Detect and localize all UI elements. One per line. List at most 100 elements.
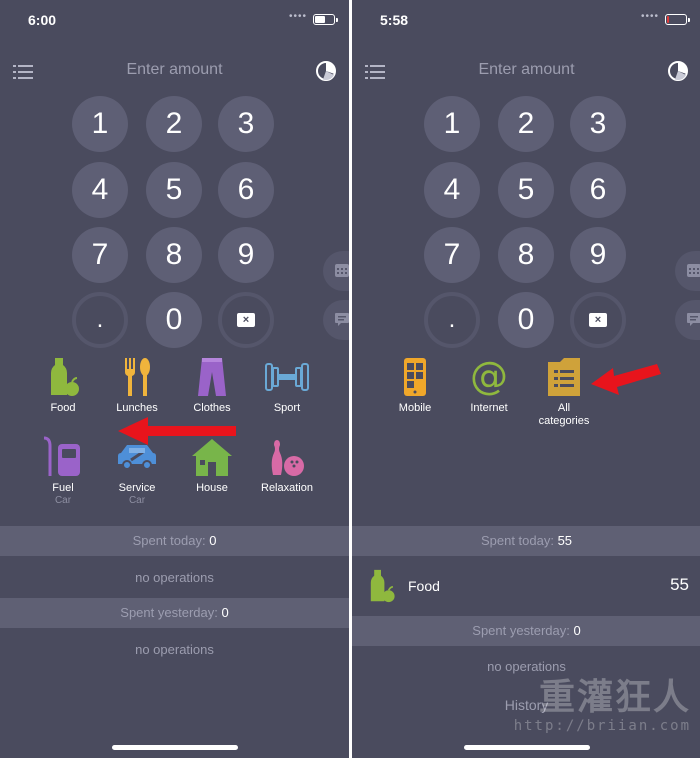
category-all-categories[interactable]: All categories	[527, 356, 601, 428]
key-backspace[interactable]: ×	[218, 292, 274, 348]
spent-today-value: 55	[557, 533, 573, 548]
key-5[interactable]: 5	[498, 162, 554, 218]
category-label: Clothes	[193, 402, 231, 414]
battery-icon	[665, 14, 690, 25]
key-8[interactable]: 8	[498, 227, 554, 283]
backspace-icon: ×	[237, 313, 255, 327]
key-1[interactable]: 1	[72, 96, 128, 152]
category-label: Service	[118, 482, 156, 494]
calendar-button[interactable]	[323, 251, 349, 291]
category-label: Internet	[470, 402, 508, 414]
watermark: 重灌狂人 http://briian.com	[511, 676, 691, 748]
list-folder-icon	[548, 358, 580, 396]
spent-today-header: Spent today: 0	[0, 526, 349, 556]
category-food[interactable]: Food	[26, 356, 100, 415]
key-0[interactable]: 0	[146, 292, 202, 348]
spent-today-value: 0	[209, 533, 217, 548]
key-6[interactable]: 6	[218, 162, 274, 218]
top-bar: Enter amount	[0, 56, 349, 86]
category-internet[interactable]: @ Internet	[452, 356, 526, 415]
category-label: Food	[50, 402, 76, 414]
yesterday-empty-text: no operations	[487, 659, 566, 674]
category-mobile[interactable]: Mobile	[378, 356, 452, 415]
spent-today-header: Spent today: 55	[352, 526, 700, 556]
spent-yesterday-header: Spent yesterday: 0	[0, 598, 349, 628]
amount-input[interactable]: Enter amount	[0, 61, 349, 79]
key-2[interactable]: 2	[498, 96, 554, 152]
category-fuel[interactable]: Fuel Car	[26, 436, 100, 507]
operation-amount: 55	[670, 575, 689, 594]
key-4[interactable]: 4	[424, 162, 480, 218]
key-backspace[interactable]: ×	[570, 292, 626, 348]
status-time: 6:00	[28, 12, 57, 28]
home-indicator[interactable]	[463, 745, 590, 750]
key-1[interactable]: 1	[424, 96, 480, 152]
category-relaxation[interactable]: Relaxation	[250, 436, 324, 495]
spent-yesterday-label: Spent yesterday:	[472, 623, 570, 638]
key-decimal[interactable]: .	[424, 292, 480, 348]
operation-row[interactable]: Food 55	[352, 558, 700, 614]
key-9[interactable]: 9	[570, 227, 626, 283]
category-label: Relaxation	[261, 482, 313, 494]
calendar-icon	[335, 264, 349, 277]
category-label: House	[196, 482, 228, 494]
bottle-apple-icon	[51, 358, 79, 396]
key-0[interactable]: 0	[498, 292, 554, 348]
comment-button[interactable]	[675, 300, 700, 340]
red-arrow-left-icon	[591, 364, 661, 395]
signal-dots-icon: ••••	[288, 11, 307, 22]
phone-screen-left: 6:00 •••• Enter amount 1 2 3 4 5 6 7 8 9…	[0, 0, 349, 758]
bottle-apple-icon	[370, 569, 395, 603]
comment-button[interactable]	[323, 300, 349, 340]
watermark-url: http://briian.com	[513, 718, 691, 734]
category-clothes[interactable]: Clothes	[175, 356, 249, 415]
key-3[interactable]: 3	[570, 96, 626, 152]
fuel-pump-icon	[43, 436, 80, 476]
trousers-icon	[198, 358, 226, 396]
today-empty-text: no operations	[135, 570, 214, 585]
backspace-icon: ×	[589, 313, 607, 327]
statistics-pie-icon[interactable]	[315, 60, 337, 82]
red-arrow-left-icon	[118, 417, 236, 445]
category-sublabel: Car	[128, 495, 146, 506]
key-8[interactable]: 8	[146, 227, 202, 283]
category-sublabel: Car	[54, 495, 72, 506]
key-decimal[interactable]: .	[72, 292, 128, 348]
category-label: Sport	[273, 402, 301, 414]
status-time: 5:58	[380, 12, 409, 28]
spent-yesterday-header: Spent yesterday: 0	[352, 616, 700, 646]
calendar-button[interactable]	[675, 251, 700, 291]
spent-yesterday-label: Spent yesterday:	[120, 605, 218, 620]
top-bar: Enter amount	[352, 56, 700, 86]
home-indicator[interactable]	[111, 745, 238, 750]
spent-yesterday-value: 0	[573, 623, 581, 638]
fork-spoon-icon	[125, 358, 150, 396]
key-5[interactable]: 5	[146, 162, 202, 218]
key-9[interactable]: 9	[218, 227, 274, 283]
category-lunches[interactable]: Lunches	[100, 356, 174, 415]
phone-screen-right: 5:58 •••• Enter amount 1 2 3 4 5 6 7 8 9…	[352, 0, 700, 758]
key-7[interactable]: 7	[72, 227, 128, 283]
key-2[interactable]: 2	[146, 96, 202, 152]
category-label: Mobile	[398, 402, 432, 414]
spent-yesterday-value: 0	[221, 605, 229, 620]
key-7[interactable]: 7	[424, 227, 480, 283]
operation-category: Food	[408, 578, 440, 594]
category-sport[interactable]: Sport	[250, 356, 324, 415]
signal-dots-icon: ••••	[640, 11, 659, 22]
spent-today-label: Spent today:	[480, 533, 554, 548]
key-3[interactable]: 3	[218, 96, 274, 152]
amount-input[interactable]: Enter amount	[352, 61, 700, 79]
statistics-pie-icon[interactable]	[667, 60, 689, 82]
key-6[interactable]: 6	[570, 162, 626, 218]
watermark-logo-text: 重灌狂人	[538, 676, 691, 718]
bowling-icon	[271, 440, 304, 476]
battery-icon	[313, 14, 338, 25]
mobile-phone-icon	[404, 358, 426, 396]
dumbbell-icon	[265, 363, 309, 391]
status-bar: 6:00 ••••	[0, 0, 349, 40]
svg-text:@: @	[470, 356, 508, 398]
speech-bubble-icon	[687, 313, 700, 326]
category-service[interactable]: Service Car	[100, 436, 174, 507]
key-4[interactable]: 4	[72, 162, 128, 218]
